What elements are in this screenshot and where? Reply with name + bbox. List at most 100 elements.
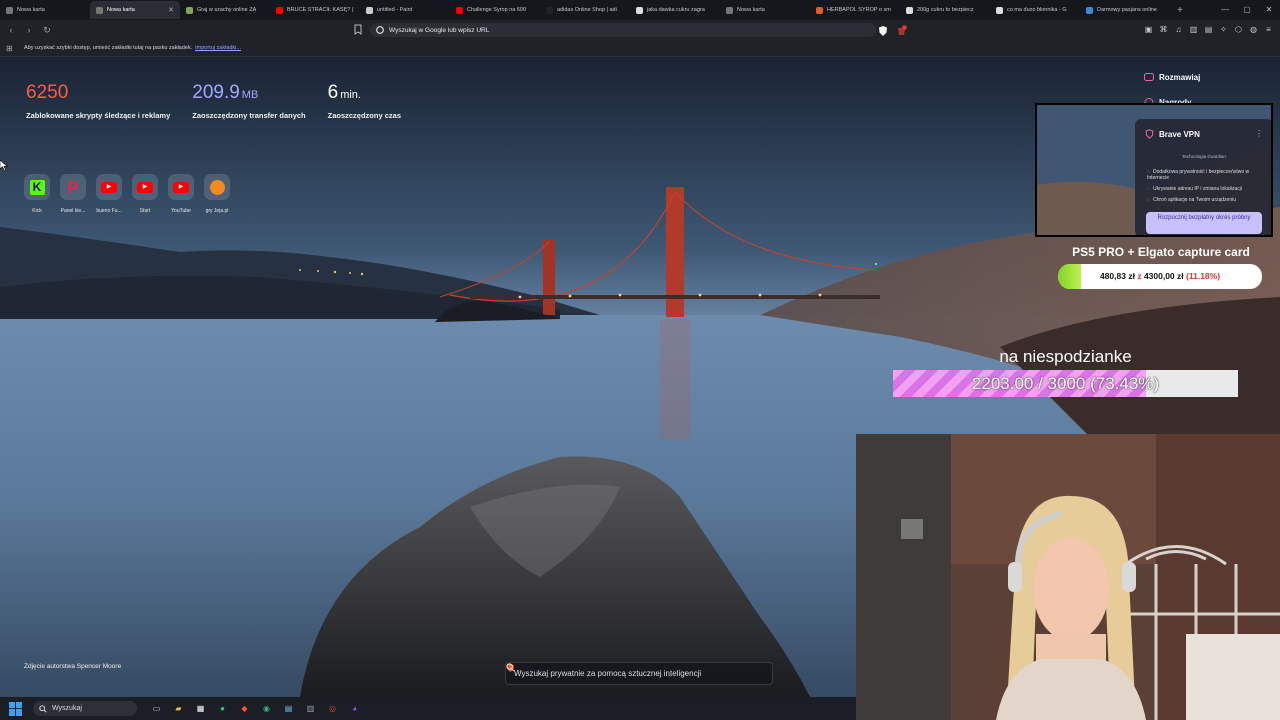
spotify-icon[interactable]: ●	[215, 701, 230, 716]
top-site-tile[interactable]: K Kick	[22, 174, 52, 214]
browser-tab[interactable]: jaka dawka cukru zagra	[630, 1, 720, 19]
stat-time: 6 min. Zaoszczędzony czas	[328, 83, 401, 120]
bookmarks-message: Aby uzyskać szybki dostęp, umieść zakład…	[24, 45, 193, 51]
vpn-feature: Chroń aplikacje na Twoim urządzeniu	[1147, 197, 1265, 203]
browser-toolbar: ‹ › ↻ ▣ ⌘ ♫ ▥ ▤ ✧ ⬡ ◍ ≡	[0, 20, 1280, 40]
leo-icon[interactable]: ⌘	[1158, 23, 1169, 37]
notepad-icon[interactable]: ▤	[281, 701, 296, 716]
reload-icon[interactable]: ↻	[40, 23, 54, 37]
favicon-icon	[1086, 6, 1093, 14]
store-icon[interactable]: ▦	[193, 701, 208, 716]
browser-tab[interactable]: Graj w szachy online ZA	[180, 1, 270, 19]
search-icon[interactable]	[506, 663, 515, 672]
browser-tab[interactable]: Nowa karta ✕	[90, 1, 180, 19]
goal-progress-text: 480,83 zł z 4300,00 zł (11.18%)	[1099, 271, 1221, 281]
minimize-icon[interactable]: —	[1214, 0, 1236, 20]
import-bookmarks-link[interactable]: Importuj zakładki...	[195, 45, 241, 51]
top-site-tile[interactable]: ▶ YouTube	[166, 174, 196, 214]
tab-title: Graj w szachy online ZA	[197, 7, 257, 13]
sidebar-toggle-icon[interactable]: ▥	[1188, 23, 1199, 37]
brave-rewards-icon[interactable]	[896, 24, 907, 36]
tab-search-icon[interactable]: ▤	[1203, 23, 1214, 37]
tab-title: BRUCE STRACIŁ KASĘ? (	[287, 7, 354, 13]
bookmark-icon[interactable]	[354, 24, 364, 36]
favicon-icon	[366, 6, 373, 14]
forward-icon[interactable]: ›	[22, 23, 36, 37]
ai-search-box[interactable]	[505, 662, 773, 685]
top-site-tile[interactable]: ▶ bueno Fu...	[94, 174, 124, 214]
google-icon	[376, 26, 384, 34]
top-site-tile[interactable]: P Panel kie...	[58, 174, 88, 214]
close-tab-icon[interactable]: ✕	[168, 6, 174, 14]
browser-tab[interactable]: Nowa karta	[0, 1, 90, 19]
vpn-widget-frame: Brave VPN ⋮ Technologia Guardian Dodatko…	[1035, 103, 1273, 237]
favicon-icon	[726, 6, 733, 14]
address-bar[interactable]	[370, 23, 876, 37]
goal-title: na niespodzianke	[999, 347, 1132, 366]
browser-tab[interactable]: HERBAPOL SYROP o sm	[810, 1, 900, 19]
task-view-icon[interactable]: ▭	[149, 701, 164, 716]
taskbar-search[interactable]: Wyszukaj	[33, 701, 137, 716]
stat-value: 6 min.	[327, 82, 361, 103]
brave-shield-icon[interactable]	[878, 24, 888, 36]
stat-label: Zaoszczędzony transfer danych	[192, 111, 306, 120]
maximize-icon[interactable]: ▢	[1236, 0, 1258, 20]
url-input[interactable]	[389, 26, 829, 34]
windows-taskbar: Wyszukaj ▭ ▰ ▦ ● ◆ ◉ ▤ ▥ ◎ ◕	[0, 697, 856, 720]
tab-title: Nowa karta	[107, 7, 135, 13]
apps-grid-icon[interactable]: ⊞	[6, 44, 16, 53]
photo-credit[interactable]: Zdjęcie autorstwa Spencer Moore	[24, 663, 121, 670]
calculator-icon[interactable]: ▥	[303, 701, 318, 716]
favicon-icon	[456, 6, 463, 14]
menu-icon[interactable]: ≡	[1263, 23, 1274, 37]
plus-icon[interactable]: +	[1170, 5, 1190, 16]
sidebar-chat-link[interactable]: Rozmawiaj	[1144, 73, 1200, 82]
windows-start-icon[interactable]	[9, 701, 23, 716]
browser-tab[interactable]: co ma duzo blonnika - G	[990, 1, 1080, 19]
chat-icon	[1144, 73, 1154, 81]
browser-tab[interactable]: Challenge Syrop na 600	[450, 1, 540, 19]
vpn-feature: Ukrywanie adresu IP i zmiana lokalizacji	[1147, 186, 1265, 192]
top-site-tile[interactable]: ▶ Start	[130, 174, 160, 214]
vpn-card: Brave VPN ⋮ Technologia Guardian Dodatko…	[1135, 119, 1271, 235]
back-icon[interactable]: ‹	[4, 23, 18, 37]
stat-bandwidth: 209.9 MB Zaoszczędzony transfer danych	[192, 83, 305, 120]
media-icon[interactable]: ♫	[1173, 23, 1184, 37]
tab-title: untitled - Paint	[377, 7, 413, 13]
close-icon[interactable]: ✕	[1258, 0, 1280, 20]
chrome-icon[interactable]: ◎	[325, 701, 340, 716]
favicon-icon	[996, 6, 1003, 14]
messenger-icon[interactable]: ◕	[347, 701, 362, 716]
goal-title: PS5 PRO + Elgato capture card	[1072, 245, 1250, 259]
sidebar-chat-label: Rozmawiaj	[1159, 73, 1201, 82]
profile-icon[interactable]: ◍	[1248, 23, 1259, 37]
vpn-icon[interactable]: ⬡	[1233, 23, 1244, 37]
browser-tab[interactable]: BRUCE STRACIŁ KASĘ? (	[270, 1, 360, 19]
wallet-icon[interactable]: ▣	[1143, 23, 1154, 37]
webcam-feed-image	[856, 434, 1280, 720]
browser-tab[interactable]: Darmowy pasjans online	[1080, 1, 1170, 19]
goal-progress-bar: 480,83 zł z 4300,00 zł (11.18%)	[1058, 264, 1262, 289]
top-site-label: YouTube	[171, 208, 191, 214]
top-site-tile[interactable]: gry Jeja.pl	[202, 174, 232, 214]
favicon-icon	[636, 6, 643, 14]
window-controls: — ▢ ✕	[1214, 0, 1280, 20]
brave-icon[interactable]: ◆	[237, 701, 252, 716]
browser-tab[interactable]: untitled - Paint	[360, 1, 450, 19]
browser-tab[interactable]: Nowa karta	[720, 1, 810, 19]
browser-tab[interactable]: adidas Online Shop | adi	[540, 1, 630, 19]
stat-value: 6250	[26, 82, 69, 103]
goal-progress-bar: 2203.00 / 3000 (73.43%)	[893, 370, 1238, 397]
vpn-trial-button[interactable]: Rozpocznij bezpłatny okres próbny	[1146, 212, 1262, 234]
top-sites: K Kick P Panel kie... ▶ bueno Fu... ▶ St…	[22, 174, 232, 214]
stat-label: Zaoszczędzony czas	[327, 111, 401, 120]
more-options-icon[interactable]: ⋮	[1255, 129, 1263, 138]
ai-search-input[interactable]	[514, 669, 764, 678]
edge-icon[interactable]: ◉	[259, 701, 274, 716]
file-explorer-icon[interactable]: ▰	[171, 701, 186, 716]
kick-icon: K	[29, 179, 45, 195]
top-site-label: Kick	[32, 208, 42, 214]
favicon-icon	[186, 6, 193, 14]
extensions-icon[interactable]: ✧	[1218, 23, 1229, 37]
browser-tab[interactable]: 200g cukru to bezpiecz	[900, 1, 990, 19]
